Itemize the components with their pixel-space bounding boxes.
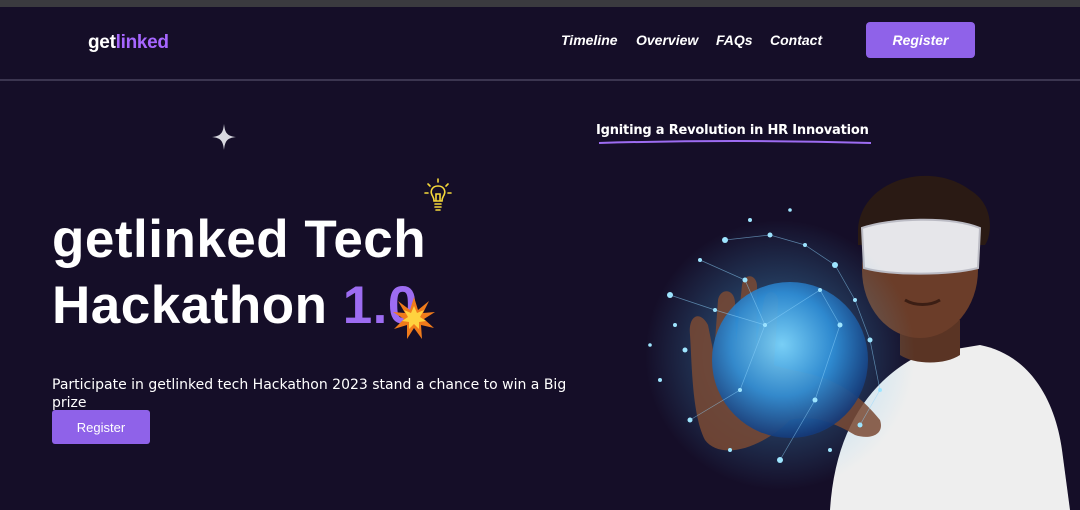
nav-overview[interactable]: Overview [636,32,698,48]
hero-tagline: Igniting a Revolution in HR Innovation [596,123,869,138]
burst-icon [393,297,435,339]
hero-register-button[interactable]: Register [52,410,150,444]
lightbulb-icon [424,178,452,211]
hero-vr-person-illustration [645,175,1070,510]
site-header: getlinked Timeline Overview FAQs Contact… [0,7,1080,81]
nav-contact[interactable]: Contact [770,32,822,48]
nav-faqs[interactable]: FAQs [716,32,753,48]
hero-title-line2: Hackathon [52,276,343,335]
header-register-button[interactable]: Register [866,22,975,58]
window-top-strip [0,0,1080,7]
logo[interactable]: getlinked [88,32,169,54]
nav-timeline[interactable]: Timeline [561,32,618,48]
hero-description: Participate in getlinked tech Hackathon … [52,377,567,411]
hero-title: getlinked Tech Hackathon 1.0 [52,207,426,339]
tagline-underline [598,140,872,144]
logo-text-linked: linked [115,32,169,53]
sparkle-star-icon [212,124,236,150]
logo-text-get: get [88,32,116,53]
hero-title-line1: getlinked Tech [52,210,427,269]
